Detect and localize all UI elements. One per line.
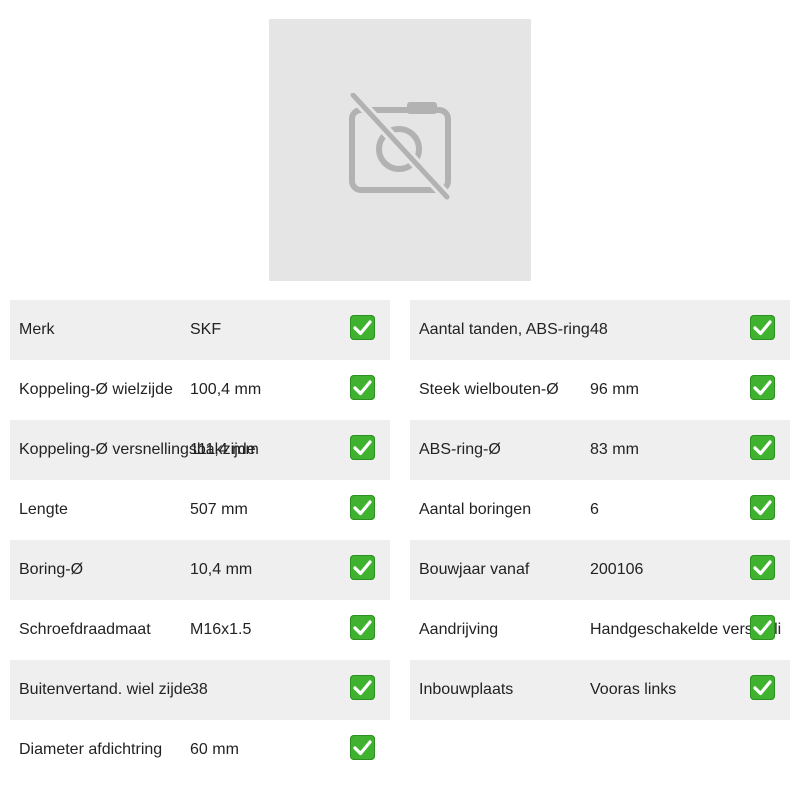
table-row: Schroefdraadmaat M16x1.5	[10, 600, 390, 660]
spec-value: 83 mm	[590, 441, 639, 458]
check-mark-icon	[750, 375, 775, 400]
check-mark-icon	[350, 495, 375, 520]
spec-label: Inbouwplaats	[419, 681, 514, 698]
spec-value: 10,4 mm	[190, 561, 253, 578]
table-row: Aantal boringen 6	[410, 480, 790, 540]
spec-label: Diameter afdichtring	[19, 741, 163, 758]
spec-label: Buitenvertand. wiel zijde	[19, 681, 192, 698]
product-image-placeholder	[269, 19, 531, 281]
camera-off-icon	[345, 89, 455, 208]
spec-value: 38	[190, 681, 208, 698]
table-row: Lengte 507 mm	[10, 480, 390, 540]
check-mark-icon	[350, 735, 375, 760]
check-mark-icon	[350, 555, 375, 580]
check-mark-icon	[750, 315, 775, 340]
specs-table-left: Merk SKF Koppeling-Ø wielzijde 100,4 mm …	[10, 300, 390, 780]
spec-label: ABS-ring-Ø	[419, 441, 501, 458]
table-row: Aandrijving Handgeschakelde versnelli	[410, 600, 790, 660]
spec-value: 6	[590, 501, 599, 518]
check-mark-icon	[750, 675, 775, 700]
spec-value: Vooras links	[590, 681, 677, 698]
spec-label: Schroefdraadmaat	[19, 621, 151, 638]
spec-label: Aantal tanden, ABS-ring	[419, 321, 590, 338]
spec-value: 507 mm	[190, 501, 248, 518]
check-mark-icon	[350, 315, 375, 340]
spec-value: 48	[590, 321, 608, 338]
table-row: Steek wielbouten-Ø 96 mm	[410, 360, 790, 420]
spec-label: Boring-Ø	[19, 561, 84, 578]
check-mark-icon	[350, 435, 375, 460]
spec-value: M16x1.5	[190, 621, 252, 638]
spec-label: Koppeling-Ø wielzijde	[19, 381, 173, 398]
table-row: Aantal tanden, ABS-ring 48	[410, 300, 790, 360]
spec-value: 111,4 mm	[190, 441, 259, 458]
spec-label: Aantal boringen	[419, 501, 532, 518]
spec-label: Lengte	[19, 501, 68, 518]
spec-value: 96 mm	[590, 381, 639, 398]
table-row: Boring-Ø 10,4 mm	[10, 540, 390, 600]
spec-label: Aandrijving	[419, 621, 499, 638]
product-details-page: Merk SKF Koppeling-Ø wielzijde 100,4 mm …	[0, 0, 800, 800]
check-mark-icon	[350, 615, 375, 640]
table-row: Merk SKF	[10, 300, 390, 360]
table-row: ABS-ring-Ø 83 mm	[410, 420, 790, 480]
spec-label: Bouwjaar vanaf	[419, 561, 530, 578]
check-mark-icon	[350, 675, 375, 700]
table-row: Diameter afdichtring 60 mm	[10, 720, 390, 780]
check-mark-icon	[750, 555, 775, 580]
spec-value: 200106	[590, 561, 644, 578]
spec-label: Steek wielbouten-Ø	[419, 381, 559, 398]
table-row: Koppeling-Ø versnellingsbakzijde 111,4 m…	[10, 420, 390, 480]
specs-table-right: Aantal tanden, ABS-ring 48 Steek wielbou…	[410, 300, 790, 720]
check-mark-icon	[750, 615, 775, 640]
spec-value: 100,4 mm	[190, 381, 262, 398]
spec-value: SKF	[190, 321, 222, 338]
table-row: Koppeling-Ø wielzijde 100,4 mm	[10, 360, 390, 420]
spec-value: 60 mm	[190, 741, 239, 758]
table-row: Buitenvertand. wiel zijde 38	[10, 660, 390, 720]
table-row: Inbouwplaats Vooras links	[410, 660, 790, 720]
spec-label: Merk	[19, 321, 55, 338]
check-mark-icon	[750, 495, 775, 520]
check-mark-icon	[350, 375, 375, 400]
table-row: Bouwjaar vanaf 200106	[410, 540, 790, 600]
check-mark-icon	[750, 435, 775, 460]
